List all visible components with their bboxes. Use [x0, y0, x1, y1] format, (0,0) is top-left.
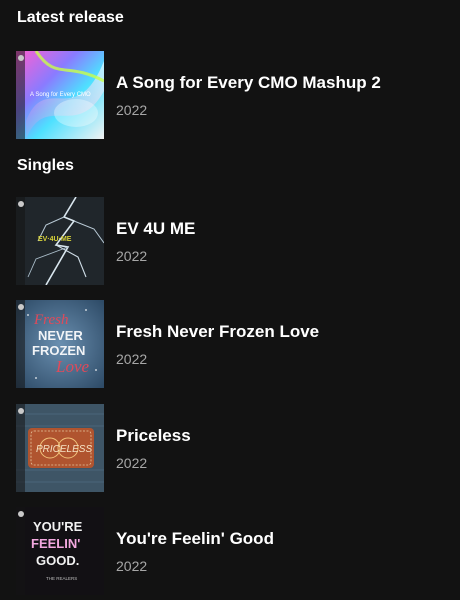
cover-caption: YOU'RE [33, 519, 83, 534]
spotify-logo-icon [17, 201, 24, 207]
spotify-logo-icon [17, 408, 24, 414]
cover-art-frosty: Fresh NEVER FROZEN Love [16, 300, 104, 388]
singles-heading: Singles [17, 157, 74, 174]
cover-spine [16, 507, 25, 595]
cover-spine [16, 197, 25, 285]
cover-caption: Fresh [33, 312, 68, 328]
cover-caption: FROZEN [32, 343, 85, 358]
release-row-single[interactable]: EV·4U·ME EV 4U ME 2022 [0, 197, 460, 285]
release-year: 2022 [116, 455, 148, 471]
cover-art-denim-patch: PRICELESS [16, 404, 104, 492]
cover-spine [16, 300, 25, 388]
release-row-latest[interactable]: A Song for Every CMO A Song for Every CM… [0, 51, 460, 139]
cover-caption: A Song for Every CMO [30, 92, 91, 98]
cover-spine [16, 51, 25, 139]
cover-spine [16, 404, 25, 492]
release-row-single[interactable]: PRICELESS Priceless 2022 [0, 404, 460, 492]
cover-art-lightning: EV·4U·ME [16, 197, 104, 285]
cover-caption: THE REALERS [46, 576, 77, 581]
release-title: You're Feelin' Good [116, 529, 274, 548]
release-title: EV 4U ME [116, 219, 196, 238]
discography-screen: Latest release A Song for Every CMO A So… [0, 0, 460, 600]
release-title: Fresh Never Frozen Love [116, 322, 320, 341]
spotify-logo-icon [17, 511, 24, 517]
cover-caption: EV·4U·ME [38, 236, 72, 243]
album-cover: YOU'RE FEELIN' GOOD. THE REALERS [16, 507, 104, 595]
release-title: Priceless [116, 426, 191, 445]
cover-caption: GOOD. [36, 553, 79, 568]
latest-release-heading: Latest release [17, 9, 124, 26]
release-year: 2022 [116, 102, 148, 118]
release-year: 2022 [116, 558, 148, 574]
release-row-single[interactable]: Fresh NEVER FROZEN Love Fresh Never Froz… [0, 300, 460, 388]
release-title: A Song for Every CMO Mashup 2 [116, 73, 381, 92]
cover-caption: NEVER [38, 328, 83, 343]
spotify-logo-icon [17, 304, 24, 310]
cover-art-youre-feelin-good: YOU'RE FEELIN' GOOD. THE REALERS [16, 507, 104, 595]
cover-caption: FEELIN' [31, 536, 80, 551]
cover-caption: Love [55, 357, 90, 376]
release-row-single[interactable]: YOU'RE FEELIN' GOOD. THE REALERS You're … [0, 507, 460, 595]
release-year: 2022 [116, 248, 148, 264]
album-cover: Fresh NEVER FROZEN Love [16, 300, 104, 388]
cover-caption: PRICELESS [36, 444, 92, 455]
album-cover: PRICELESS [16, 404, 104, 492]
spotify-logo-icon [17, 55, 24, 61]
album-cover: A Song for Every CMO [16, 51, 104, 139]
release-year: 2022 [116, 351, 148, 367]
cover-art-holographic: A Song for Every CMO [16, 51, 104, 139]
album-cover: EV·4U·ME [16, 197, 104, 285]
